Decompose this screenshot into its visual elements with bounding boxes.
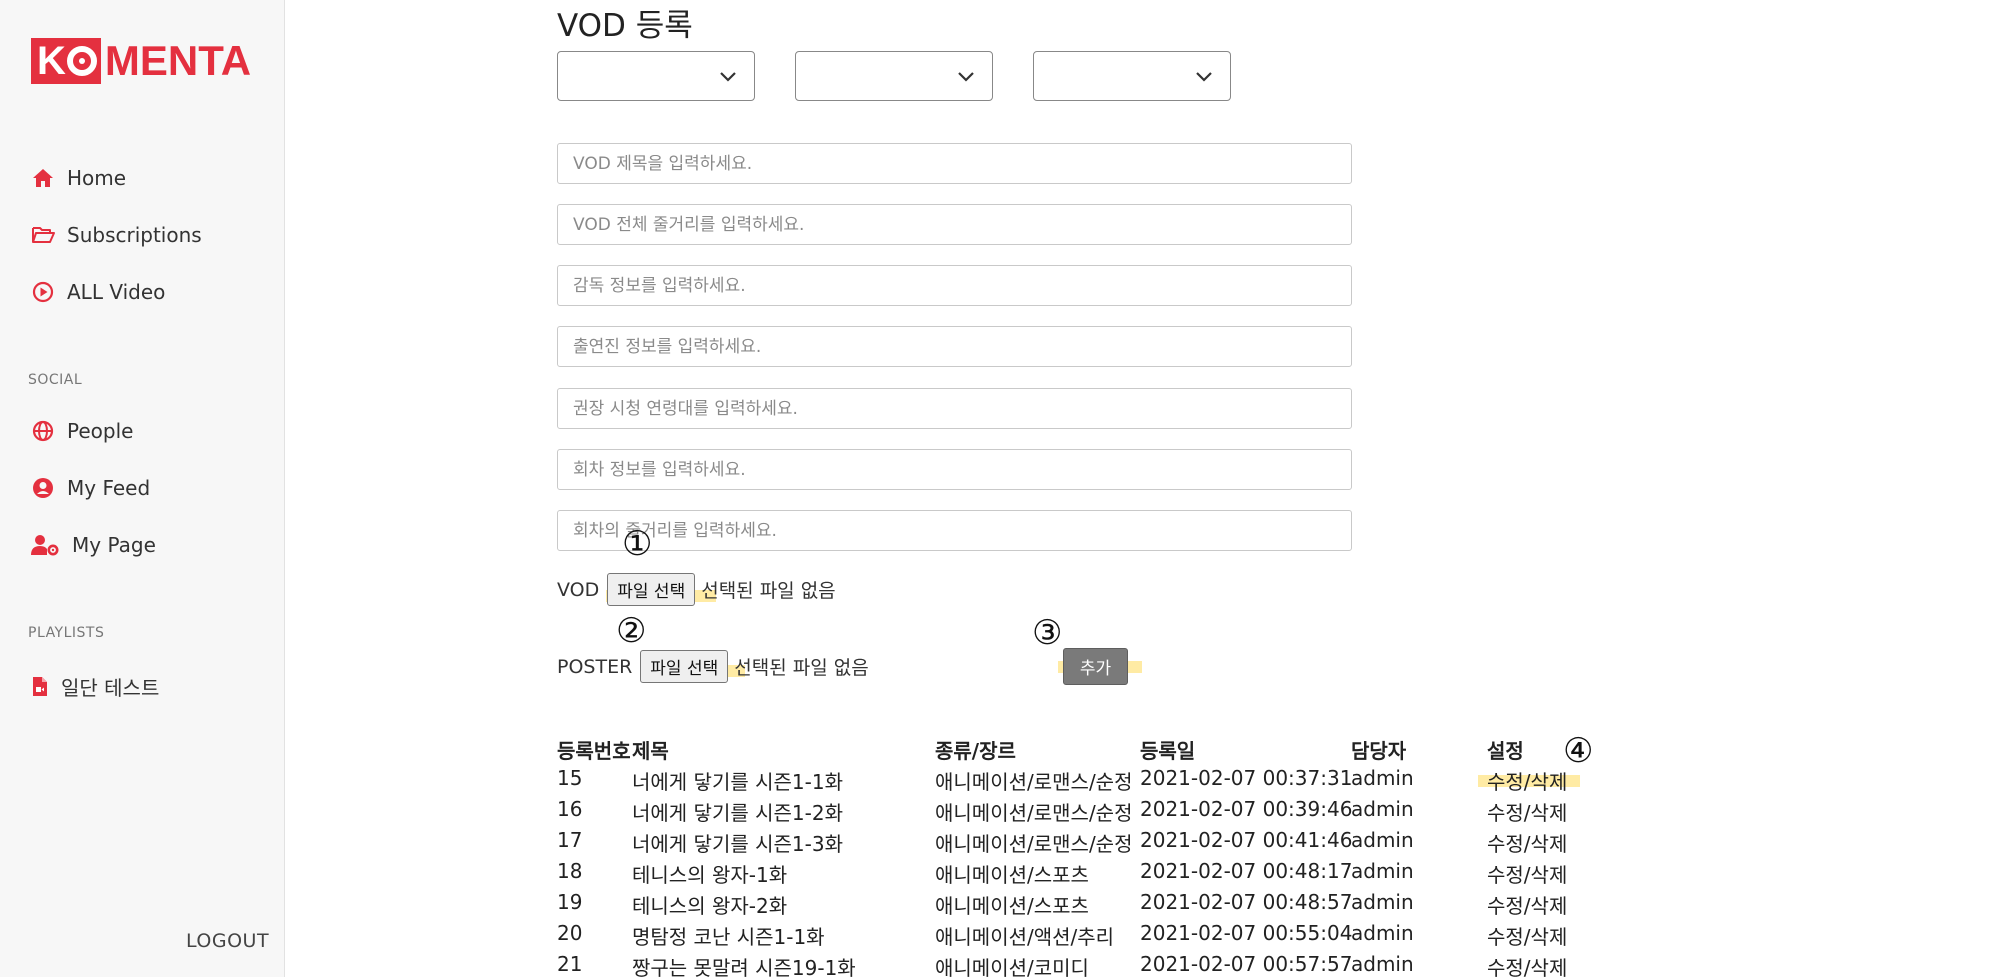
poster-file-label: POSTER (557, 655, 633, 678)
episode-synopsis-input[interactable] (557, 510, 1352, 551)
marker-2: ② (616, 611, 647, 651)
row-genre: 애니메이션/코미디 (935, 956, 1089, 977)
vod-file-label: VOD (557, 578, 600, 601)
row-actions[interactable]: 수정/삭제 (1487, 859, 1567, 888)
row-manager: admin (1351, 797, 1414, 821)
playlist-item-test[interactable]: 일단 테스트 (31, 672, 159, 701)
cast-input[interactable] (557, 326, 1352, 367)
row-date: 2021-02-07 00:41:46 (1140, 828, 1353, 852)
row-title: 테니스의 왕자-2화 (632, 894, 788, 918)
row-date: 2021-02-07 00:55:04 (1140, 921, 1353, 945)
row-genre: 애니메이션/로맨스/순정 (935, 770, 1133, 794)
row-actions[interactable]: 수정/삭제 (1487, 921, 1567, 950)
page-title: VOD 등록 (557, 8, 693, 44)
chevron-down-icon (958, 72, 974, 82)
row-actions[interactable]: 수정/삭제 (1487, 890, 1567, 919)
row-id: 17 (557, 828, 583, 852)
poster-file-row: POSTER 파일 선택 선택된 파일 없음 (557, 650, 869, 683)
komenta-logo[interactable]: K MENTA (31, 37, 251, 84)
logout-link[interactable]: LOGOUT (186, 930, 269, 952)
vod-no-file-text: 선택된 파일 없음 (701, 580, 836, 602)
home-icon (31, 166, 55, 190)
nav-people[interactable]: People (31, 419, 133, 443)
add-button[interactable]: 추가 (1063, 648, 1128, 685)
nav-all-video[interactable]: ALL Video (31, 280, 165, 304)
row-id: 19 (557, 890, 583, 914)
sidebar: K MENTA Home Subscriptions ALL Video SOC… (0, 0, 285, 977)
row-id: 18 (557, 859, 583, 883)
row-manager: admin (1351, 952, 1414, 976)
row-title: 테니스의 왕자-1화 (632, 863, 788, 887)
age-rating-input[interactable] (557, 388, 1352, 429)
row-genre: 애니메이션/로맨스/순정 (935, 801, 1133, 825)
row-manager: admin (1351, 766, 1414, 790)
row-id: 21 (557, 952, 583, 976)
header-id: 등록번호 (557, 739, 631, 763)
row-title: 짱구는 못말려 시즌19-1화 (632, 956, 856, 977)
row-genre: 애니메이션/스포츠 (935, 863, 1089, 887)
chevron-down-icon (720, 72, 736, 82)
vod-file-row: VOD 파일 선택 선택된 파일 없음 (557, 573, 836, 606)
row-date: 2021-02-07 00:57:57 (1140, 952, 1353, 976)
vod-file-select-button[interactable]: 파일 선택 (607, 573, 696, 606)
row-manager: admin (1351, 921, 1414, 945)
row-title: 너에게 닿기를 시즌1-3화 (632, 832, 843, 856)
nav-my-feed[interactable]: My Feed (31, 476, 150, 500)
category-select-1[interactable] (557, 51, 755, 101)
nav-subscriptions[interactable]: Subscriptions (31, 223, 202, 247)
row-id: 16 (557, 797, 583, 821)
folder-open-icon (31, 223, 55, 247)
row-title: 너에게 닿기를 시즌1-1화 (632, 770, 843, 794)
row-title: 너에게 닿기를 시즌1-2화 (632, 801, 843, 825)
episode-info-input[interactable] (557, 449, 1352, 490)
row-genre: 애니메이션/액션/추리 (935, 925, 1115, 949)
header-genre: 종류/장르 (935, 739, 1016, 763)
row-date: 2021-02-07 00:48:57 (1140, 890, 1353, 914)
vod-title-input[interactable] (557, 143, 1352, 184)
marker-3: ③ (1032, 613, 1063, 653)
row-manager: admin (1351, 859, 1414, 883)
poster-file-select-button[interactable]: 파일 선택 (640, 650, 729, 683)
playlists-section-label: PLAYLISTS (28, 625, 105, 641)
row-id: 15 (557, 766, 583, 790)
globe-icon (31, 419, 55, 443)
user-cog-icon (31, 533, 59, 557)
nav-home[interactable]: Home (31, 166, 126, 190)
poster-no-file-text: 선택된 파일 없음 (734, 657, 869, 679)
row-genre: 애니메이션/스포츠 (935, 894, 1089, 918)
row-date: 2021-02-07 00:39:46 (1140, 797, 1353, 821)
row-actions[interactable]: 수정/삭제 (1487, 797, 1567, 826)
header-manager: 담당자 (1351, 739, 1407, 763)
vod-synopsis-input[interactable] (557, 204, 1352, 245)
marker-4: ④ (1563, 731, 1594, 771)
marker-1: ① (622, 524, 653, 564)
row-actions[interactable]: 수정/삭제 (1487, 828, 1567, 857)
header-title: 제목 (632, 739, 669, 763)
nav-my-page[interactable]: My Page (31, 533, 156, 557)
chevron-down-icon (1196, 72, 1212, 82)
row-manager: admin (1351, 890, 1414, 914)
social-section-label: SOCIAL (28, 372, 83, 388)
row-date: 2021-02-07 00:48:17 (1140, 859, 1353, 883)
file-video-icon (31, 675, 49, 699)
row-actions[interactable]: 수정/삭제 (1487, 952, 1567, 977)
row-date: 2021-02-07 00:37:31 (1140, 766, 1353, 790)
category-select-3[interactable] (1033, 51, 1231, 101)
header-settings: 설정 (1487, 739, 1524, 763)
row-id: 20 (557, 921, 583, 945)
director-input[interactable] (557, 265, 1352, 306)
row-manager: admin (1351, 828, 1414, 852)
row-actions[interactable]: 수정/삭제 (1487, 766, 1567, 795)
user-circle-icon (31, 476, 55, 500)
category-select-2[interactable] (795, 51, 993, 101)
play-circle-icon (31, 280, 55, 304)
row-genre: 애니메이션/로맨스/순정 (935, 832, 1133, 856)
row-title: 명탐정 코난 시즌1-1화 (632, 925, 825, 949)
header-date: 등록일 (1140, 739, 1196, 763)
